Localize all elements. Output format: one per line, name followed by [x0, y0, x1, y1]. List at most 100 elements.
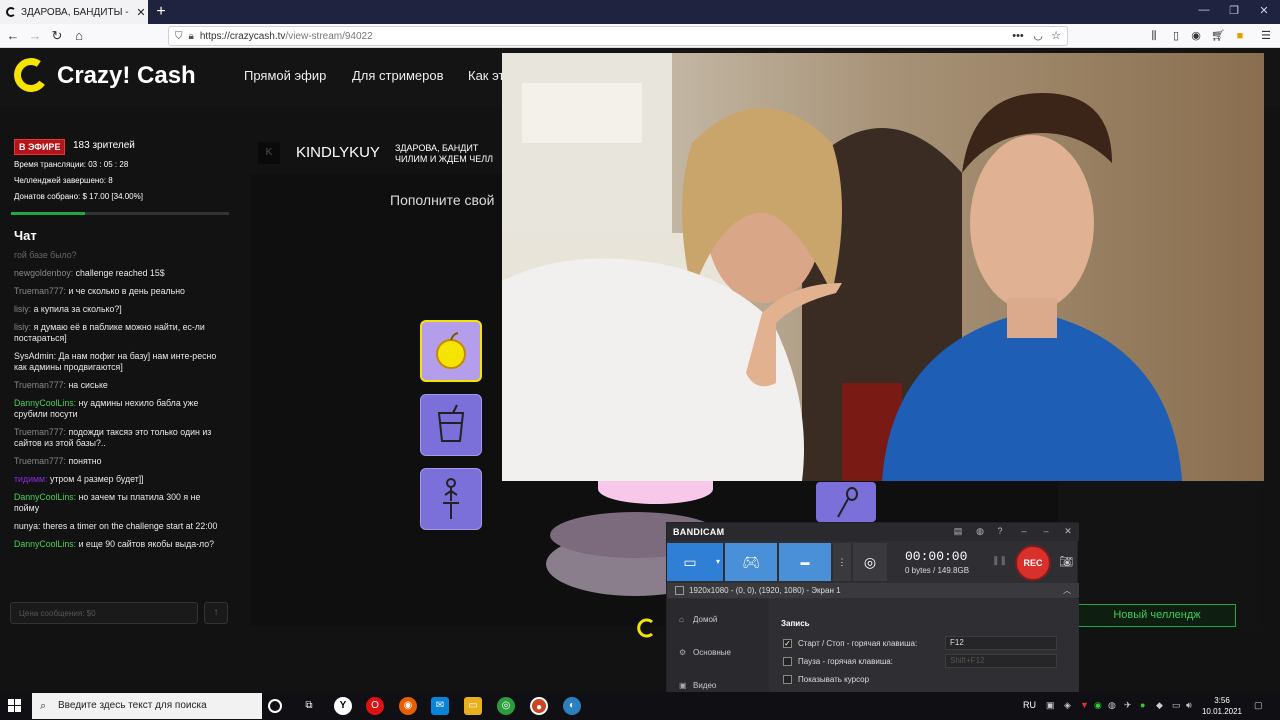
menu-icon[interactable]: ☰: [1258, 28, 1274, 44]
gift-apple-button[interactable]: [420, 320, 482, 382]
setting-checkbox[interactable]: [783, 657, 792, 667]
microphone-card[interactable]: [816, 482, 876, 522]
minimize-icon[interactable]: —: [1194, 4, 1214, 16]
screen-mode-icon[interactable]: ▭: [667, 543, 713, 581]
yandex-browser-icon[interactable]: Y: [334, 697, 352, 715]
chat-username[interactable]: nunya:: [14, 521, 40, 531]
shield-icon: ⛉: [175, 30, 183, 42]
restore-icon[interactable]: –: [1039, 526, 1053, 536]
back-icon[interactable]: ←: [4, 27, 22, 45]
chrome-icon[interactable]: ◎: [497, 697, 515, 715]
tray-app-icon[interactable]: ◆: [1156, 700, 1163, 711]
input-language[interactable]: RU: [1023, 700, 1036, 710]
chat-username[interactable]: lisiy:: [14, 304, 31, 314]
mail-icon[interactable]: ✉: [431, 697, 449, 715]
address-bar[interactable]: ⛉ 🔒︎ https://crazycash.tv/view-stream/94…: [168, 26, 1068, 46]
home-icon[interactable]: ⌂: [70, 27, 88, 45]
chat-message-input[interactable]: Цена сообщения: $0: [10, 602, 198, 624]
close-tab-icon[interactable]: ✕: [134, 6, 148, 19]
game-mode-icon[interactable]: 🎮︎: [725, 543, 777, 581]
library-icon[interactable]: ⫼: [1146, 28, 1162, 44]
account-icon[interactable]: ◉: [1188, 28, 1204, 44]
volume-icon[interactable]: 🔊︎: [1186, 700, 1192, 711]
nav-live[interactable]: Прямой эфир: [244, 68, 326, 83]
chat-username[interactable]: newgoldenboy:: [14, 268, 73, 278]
chat-username[interactable]: Trueman777:: [14, 380, 66, 390]
chat-username[interactable]: SysAdmin:: [14, 351, 56, 361]
hotkey-field[interactable]: F12: [945, 636, 1057, 650]
network-icon[interactable]: ▭: [1172, 700, 1181, 711]
chat-username[interactable]: lisiy:: [14, 322, 31, 332]
tray-app-icon[interactable]: ▣: [1046, 700, 1055, 711]
hdmi-mode-icon[interactable]: ▬: [779, 543, 831, 581]
tray-app-icon[interactable]: ◍: [1108, 700, 1116, 711]
crazy-cash-logo-icon[interactable]: [11, 55, 51, 95]
bookmark-star-icon[interactable]: ☆: [1048, 28, 1064, 44]
site-logo-text[interactable]: Crazy! Cash: [57, 62, 196, 90]
reload-icon[interactable]: ↻: [48, 27, 66, 45]
chat-username[interactable]: Trueman777:: [14, 427, 66, 437]
hotkey-field[interactable]: Shift+F12: [945, 654, 1057, 668]
task-view-icon[interactable]: ⧉: [300, 697, 318, 715]
bandicam-nav-video[interactable]: ▣ Видео: [679, 681, 716, 690]
notifications-icon[interactable]: ▢: [1254, 700, 1263, 711]
webcam-toggle-icon[interactable]: ◎: [853, 543, 887, 581]
taskbar-search-input[interactable]: ⌕ Введите здесь текст для поиска: [32, 693, 262, 719]
chat-username[interactable]: тидимм:: [14, 474, 48, 484]
browser-nav-bar: ← → ↻ ⌂ ⛉ 🔒︎ https://crazycash.tv/view-s…: [0, 24, 1280, 48]
tray-app-icon[interactable]: ◉: [1094, 700, 1102, 711]
streamer-name[interactable]: KINDLYKUY: [296, 144, 380, 161]
cart-icon[interactable]: 🛒︎: [1210, 28, 1226, 44]
gift-drink-button[interactable]: [420, 394, 482, 456]
setting-checkbox[interactable]: ✓: [783, 639, 792, 649]
chat-username[interactable]: DannyCoolLins:: [14, 492, 76, 502]
tray-app-icon[interactable]: ●: [1140, 700, 1145, 710]
nav-how-it-works[interactable]: Как эт: [468, 68, 504, 83]
opera-icon[interactable]: O: [366, 697, 384, 715]
extension-icon[interactable]: ■: [1232, 28, 1248, 44]
windows-start-icon[interactable]: [8, 699, 22, 713]
rec-button[interactable]: REC: [1015, 545, 1051, 581]
chat-text: на сиське: [68, 380, 108, 390]
browser-tab-active[interactable]: ЗДАРОВА, БАНДИТЫ - Cra ✕: [0, 0, 148, 24]
bandicam-nav-gear[interactable]: ⚙ Основные: [679, 648, 731, 657]
chat-username[interactable]: Trueman777:: [14, 456, 66, 466]
cortana-icon[interactable]: [268, 699, 282, 713]
folder-icon[interactable]: ▤: [951, 526, 965, 537]
camera-snapshot-icon[interactable]: 📷︎: [1059, 555, 1073, 568]
bandicam-nav-home[interactable]: ⌂ Домой: [679, 615, 717, 624]
forward-icon[interactable]: →: [26, 27, 44, 45]
chat-username[interactable]: DannyCoolLins:: [14, 539, 76, 549]
setting-checkbox[interactable]: [783, 675, 792, 685]
new-tab-button[interactable]: +: [152, 3, 170, 21]
avatar[interactable]: K: [258, 142, 280, 164]
taskbar-clock[interactable]: 3:56 10.01.2021: [1200, 695, 1244, 717]
lock-icon[interactable]: ◍: [973, 526, 987, 537]
restore-icon[interactable]: ❐: [1224, 4, 1244, 17]
pocket-icon[interactable]: ◡: [1030, 28, 1046, 44]
pause-icon[interactable]: ❚❚: [992, 555, 1007, 566]
minimize-icon[interactable]: –: [1017, 526, 1031, 536]
chat-send-button[interactable]: ↑: [204, 602, 228, 624]
resolution-checkbox[interactable]: [675, 586, 684, 595]
chevron-up-icon[interactable]: ︿: [1063, 583, 1071, 598]
chat-username[interactable]: Trueman777:: [14, 286, 66, 296]
more-actions-icon[interactable]: •••: [1010, 28, 1026, 44]
network-app-icon[interactable]: ◐: [563, 697, 581, 715]
file-explorer-icon[interactable]: ▭: [464, 697, 482, 715]
chevron-down-icon[interactable]: ▾: [713, 543, 723, 581]
tray-app-icon[interactable]: ◈: [1064, 700, 1071, 711]
tray-app-icon[interactable]: ▼: [1080, 700, 1089, 710]
chat-username[interactable]: DannyCoolLins:: [14, 398, 76, 408]
firefox-icon[interactable]: ◉: [399, 697, 417, 715]
gift-dancer-button[interactable]: [420, 468, 482, 530]
tray-app-icon[interactable]: ✈: [1124, 700, 1132, 711]
close-window-icon[interactable]: ✕: [1254, 4, 1274, 17]
help-icon[interactable]: ?: [993, 526, 1007, 536]
mic-toggle-icon[interactable]: ⋮: [833, 543, 851, 581]
sidebar-icon[interactable]: ▯: [1168, 28, 1184, 44]
close-icon[interactable]: ✕: [1061, 526, 1075, 537]
bandicam-taskbar-icon[interactable]: ●: [530, 697, 548, 715]
new-challenge-button[interactable]: Новый челлендж: [1078, 604, 1236, 627]
nav-for-streamers[interactable]: Для стримеров: [352, 68, 444, 83]
